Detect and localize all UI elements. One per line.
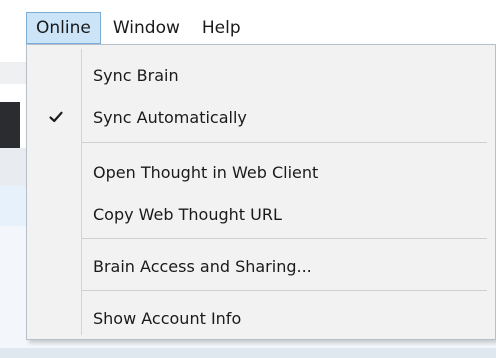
menu-separator <box>82 290 487 291</box>
menu-item-sync-automatically[interactable]: Sync Automatically <box>31 100 491 134</box>
check-slot <box>31 197 81 231</box>
menu-item-copy-web-thought-url[interactable]: Copy Web Thought URL <box>31 197 491 231</box>
menu-window[interactable]: Window <box>103 12 190 44</box>
online-dropdown-menu: Sync Brain Sync Automatically Open Thoug… <box>26 44 496 340</box>
app-window: Online Window Help Sync Brain Sync Autom… <box>0 0 496 358</box>
background-dark-panel <box>0 102 20 148</box>
menu-item-open-thought-web-client[interactable]: Open Thought in Web Client <box>31 155 491 189</box>
menu-online[interactable]: Online <box>26 12 101 44</box>
check-slot <box>31 301 81 335</box>
menu-item-label: Show Account Info <box>93 308 242 328</box>
menu-item-label: Brain Access and Sharing... <box>93 256 312 276</box>
menu-separator <box>82 238 487 239</box>
checkmark-icon <box>31 100 81 134</box>
menu-item-label: Sync Brain <box>93 65 179 85</box>
check-slot <box>31 155 81 189</box>
menu-item-sync-brain[interactable]: Sync Brain <box>31 58 491 92</box>
check-slot <box>31 249 81 283</box>
menu-item-label: Copy Web Thought URL <box>93 204 282 224</box>
menu-item-brain-access-sharing[interactable]: Brain Access and Sharing... <box>31 249 491 283</box>
menu-item-show-account-info[interactable]: Show Account Info <box>31 301 491 335</box>
menu-item-label: Sync Automatically <box>93 107 247 127</box>
menu-bar: Online Window Help <box>0 0 496 44</box>
menu-separator <box>82 142 487 143</box>
check-slot <box>31 58 81 92</box>
background-bottom-edge <box>0 348 496 358</box>
menu-item-label: Open Thought in Web Client <box>93 162 319 182</box>
menu-help[interactable]: Help <box>192 12 251 44</box>
